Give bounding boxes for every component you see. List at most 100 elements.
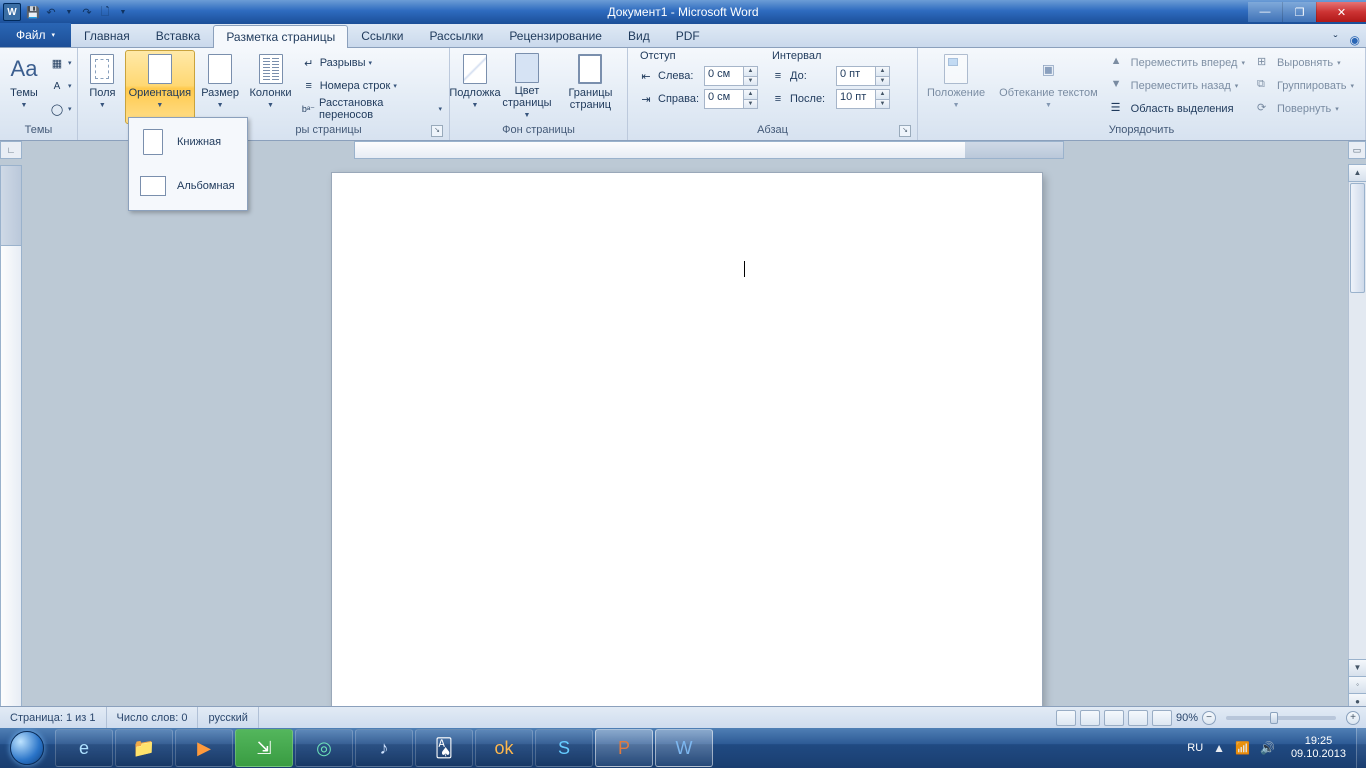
page-borders-button[interactable]: Границы страниц <box>558 50 623 124</box>
spacing-before[interactable]: ≡ До: 0 пт▲▼ <box>770 65 890 87</box>
start-button[interactable] <box>0 728 54 768</box>
horizontal-ruler[interactable] <box>354 141 1064 159</box>
vertical-ruler[interactable] <box>0 165 22 728</box>
send-backward-button[interactable]: ▼Переместить назад▾ <box>1107 75 1249 97</box>
spin-down[interactable]: ▼ <box>875 99 889 109</box>
spin-up[interactable]: ▲ <box>875 90 889 99</box>
rotate-button[interactable]: ⟳Повернуть▾ <box>1253 98 1358 120</box>
show-desktop[interactable] <box>1356 728 1366 768</box>
status-language[interactable]: русский <box>198 707 258 728</box>
spin-up[interactable]: ▲ <box>743 90 757 99</box>
taskbar-ok[interactable]: ok <box>475 729 533 767</box>
qat-undo-menu[interactable]: ▼ <box>61 4 77 20</box>
view-full-screen[interactable] <box>1080 710 1100 726</box>
scroll-down[interactable]: ▼ <box>1348 659 1366 677</box>
hyphenation-button[interactable]: bᵃ⁻Расстановка переносов▾ <box>298 98 445 120</box>
tab-home[interactable]: Главная <box>71 24 143 47</box>
dialog-launcher-icon[interactable]: ↘ <box>899 125 911 137</box>
tray-network-icon[interactable]: 📶 <box>1235 741 1250 755</box>
indent-right[interactable]: ⇥ Справа: 0 см▲▼ <box>638 88 758 110</box>
taskbar-ie[interactable]: e <box>55 729 113 767</box>
spacing-after[interactable]: ≡ После: 10 пт▲▼ <box>770 88 890 110</box>
taskbar-word[interactable]: W <box>655 729 713 767</box>
line-numbers-button[interactable]: ≡Номера строк▾ <box>298 75 445 97</box>
qat-customize[interactable]: ▼ <box>115 4 131 20</box>
page-color-button[interactable]: Цвет страницы▼ <box>498 50 556 124</box>
view-print-layout[interactable] <box>1056 710 1076 726</box>
hruler-right-margin[interactable] <box>965 141 1064 159</box>
tab-view[interactable]: Вид <box>615 24 663 47</box>
taskbar-app2[interactable]: ◎ <box>295 729 353 767</box>
spin-up[interactable]: ▲ <box>743 67 757 76</box>
scroll-thumb[interactable] <box>1350 183 1365 293</box>
bring-forward-button[interactable]: ▲Переместить вперед▾ <box>1107 52 1249 74</box>
breaks-button[interactable]: ↵Разрывы▾ <box>298 52 445 74</box>
selection-pane-button[interactable]: ☰Область выделения <box>1107 98 1249 120</box>
window-minimize[interactable]: — <box>1248 2 1282 22</box>
tab-pdf[interactable]: PDF <box>663 24 713 47</box>
document-page[interactable] <box>332 173 1042 728</box>
prev-page[interactable]: ◦ <box>1348 676 1366 694</box>
qat-save[interactable]: 💾 <box>25 4 41 20</box>
view-outline[interactable] <box>1128 710 1148 726</box>
orientation-button[interactable]: Ориентация▼ <box>125 50 195 124</box>
taskbar-skype[interactable]: S <box>535 729 593 767</box>
status-page[interactable]: Страница: 1 из 1 <box>0 707 107 728</box>
zoom-percent[interactable]: 90% <box>1176 712 1198 724</box>
wrap-text-button[interactable]: ▣ Обтекание текстом▼ <box>994 50 1103 124</box>
size-button[interactable]: Размер▼ <box>197 50 243 124</box>
indent-left[interactable]: ⇤ Слева: 0 см▲▼ <box>638 65 758 87</box>
theme-effects[interactable]: ◯▾ <box>46 98 75 120</box>
zoom-slider[interactable] <box>1226 716 1336 720</box>
tab-references[interactable]: Ссылки <box>348 24 416 47</box>
qat-undo[interactable]: ↶ <box>43 4 59 20</box>
taskbar-app3[interactable]: ♪ <box>355 729 413 767</box>
tab-review[interactable]: Рецензирование <box>496 24 615 47</box>
tab-page-layout[interactable]: Разметка страницы <box>213 25 348 48</box>
taskbar-app1[interactable]: ⇲ <box>235 729 293 767</box>
window-restore[interactable]: ❐ <box>1282 2 1316 22</box>
group-button[interactable]: ⧉Группировать▾ <box>1253 75 1358 97</box>
tab-selector[interactable]: ∟ <box>0 141 22 159</box>
tab-insert[interactable]: Вставка <box>143 24 214 47</box>
tray-volume-icon[interactable]: 🔊 <box>1260 741 1275 755</box>
document-viewport[interactable] <box>22 165 1348 728</box>
view-draft[interactable] <box>1152 710 1172 726</box>
tab-mailings[interactable]: Рассылки <box>416 24 496 47</box>
spin-down[interactable]: ▼ <box>743 99 757 109</box>
help-icon[interactable]: ◉ <box>1344 33 1366 47</box>
spin-up[interactable]: ▲ <box>875 67 889 76</box>
zoom-in[interactable]: + <box>1346 711 1360 725</box>
spin-down[interactable]: ▼ <box>875 76 889 86</box>
tray-flag-icon[interactable]: ▲ <box>1213 741 1225 755</box>
view-web-layout[interactable] <box>1104 710 1124 726</box>
zoom-knob[interactable] <box>1270 712 1278 724</box>
align-button[interactable]: ⊞Выровнять▾ <box>1253 52 1358 74</box>
taskbar-media[interactable]: ▶ <box>175 729 233 767</box>
spin-down[interactable]: ▼ <box>743 76 757 86</box>
zoom-out[interactable]: − <box>1202 711 1216 725</box>
ribbon-minimize[interactable]: ˇ <box>1328 33 1344 47</box>
taskbar-solitaire[interactable]: 🂡 <box>415 729 473 767</box>
themes-button[interactable]: Aa Темы ▼ <box>4 50 44 124</box>
tray-clock[interactable]: 19:25 09.10.2013 <box>1285 735 1352 761</box>
ruler-toggle[interactable]: ▭ <box>1348 141 1366 159</box>
qat-redo[interactable]: ↷ <box>79 4 95 20</box>
taskbar-powerpoint[interactable]: P <box>595 729 653 767</box>
window-close[interactable]: ✕ <box>1316 2 1366 22</box>
watermark-button[interactable]: Подложка▼ <box>454 50 496 124</box>
position-button[interactable]: Положение▼ <box>922 50 990 124</box>
qat-new[interactable]: 🗋 <box>97 4 113 20</box>
vertical-scrollbar[interactable]: ▲ ▼ ◦ ● ◦ <box>1348 165 1366 728</box>
orientation-landscape[interactable]: Альбомная <box>131 164 245 208</box>
taskbar-explorer[interactable]: 📁 <box>115 729 173 767</box>
scroll-up[interactable]: ▲ <box>1348 164 1366 182</box>
tab-file[interactable]: Файл <box>0 23 71 47</box>
theme-colors[interactable]: ▦▾ <box>46 52 75 74</box>
dialog-launcher-icon[interactable]: ↘ <box>431 125 443 137</box>
theme-fonts[interactable]: A▾ <box>46 75 75 97</box>
orientation-portrait[interactable]: Книжная <box>131 120 245 164</box>
status-word-count[interactable]: Число слов: 0 <box>107 707 199 728</box>
margins-button[interactable]: Поля▼ <box>82 50 123 124</box>
tray-lang[interactable]: RU <box>1187 742 1203 754</box>
